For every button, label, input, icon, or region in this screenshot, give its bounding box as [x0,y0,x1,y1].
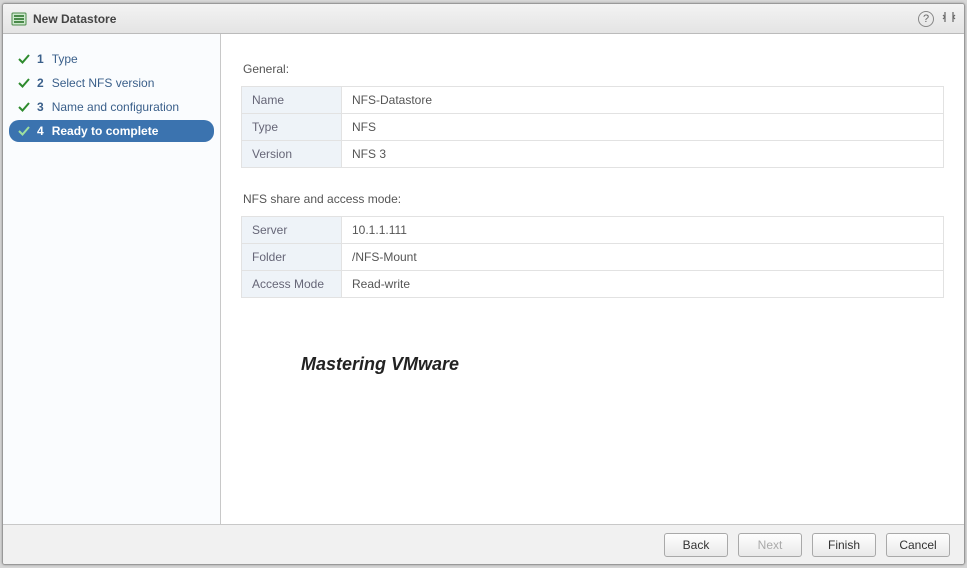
wizard-body: 1 Type 2 Select NFS version 3 Name and c… [3,34,964,524]
help-icon[interactable]: ? [918,11,934,27]
table-row: Type NFS [242,114,944,141]
step-label: Ready to complete [52,124,159,138]
back-button[interactable]: Back [664,533,728,557]
step-type[interactable]: 1 Type [9,48,214,70]
row-value: Read-write [342,271,944,298]
row-value: 10.1.1.111 [342,217,944,244]
row-key: Version [242,141,342,168]
check-icon [17,100,31,114]
step-number: 3 [37,100,44,114]
general-table: Name NFS-Datastore Type NFS Version NFS … [241,86,944,168]
wizard-window: New Datastore ? 1 Type [2,3,965,565]
footer: Back Next Finish Cancel [3,524,964,564]
titlebar: New Datastore ? [3,4,964,34]
section-general-title: General: [243,62,944,76]
row-value: NFS-Datastore [342,87,944,114]
step-label: Select NFS version [52,76,155,90]
row-value: NFS 3 [342,141,944,168]
window-title: New Datastore [33,12,912,26]
step-select-nfs-version[interactable]: 2 Select NFS version [9,72,214,94]
watermark-text: Mastering VMware [301,354,944,375]
table-row: Version NFS 3 [242,141,944,168]
cancel-button[interactable]: Cancel [886,533,950,557]
table-row: Server 10.1.1.111 [242,217,944,244]
table-row: Access Mode Read-write [242,271,944,298]
step-number: 1 [37,52,44,66]
datastore-icon [11,11,27,27]
step-name-and-configuration[interactable]: 3 Name and configuration [9,96,214,118]
step-number: 2 [37,76,44,90]
check-icon [17,76,31,90]
content-pane: General: Name NFS-Datastore Type NFS Ver… [221,34,964,524]
row-value: NFS [342,114,944,141]
step-ready-to-complete[interactable]: 4 Ready to complete [9,120,214,142]
step-label: Name and configuration [52,100,179,114]
next-button: Next [738,533,802,557]
share-table: Server 10.1.1.111 Folder /NFS-Mount Acce… [241,216,944,298]
row-key: Server [242,217,342,244]
check-icon [17,124,31,138]
steps-sidebar: 1 Type 2 Select NFS version 3 Name and c… [3,34,221,524]
row-key: Access Mode [242,271,342,298]
row-key: Folder [242,244,342,271]
check-icon [17,52,31,66]
step-number: 4 [37,124,44,138]
row-key: Name [242,87,342,114]
row-key: Type [242,114,342,141]
finish-button[interactable]: Finish [812,533,876,557]
table-row: Folder /NFS-Mount [242,244,944,271]
table-row: Name NFS-Datastore [242,87,944,114]
row-value: /NFS-Mount [342,244,944,271]
expand-icon[interactable] [942,10,956,27]
step-label: Type [52,52,78,66]
section-share-title: NFS share and access mode: [243,192,944,206]
